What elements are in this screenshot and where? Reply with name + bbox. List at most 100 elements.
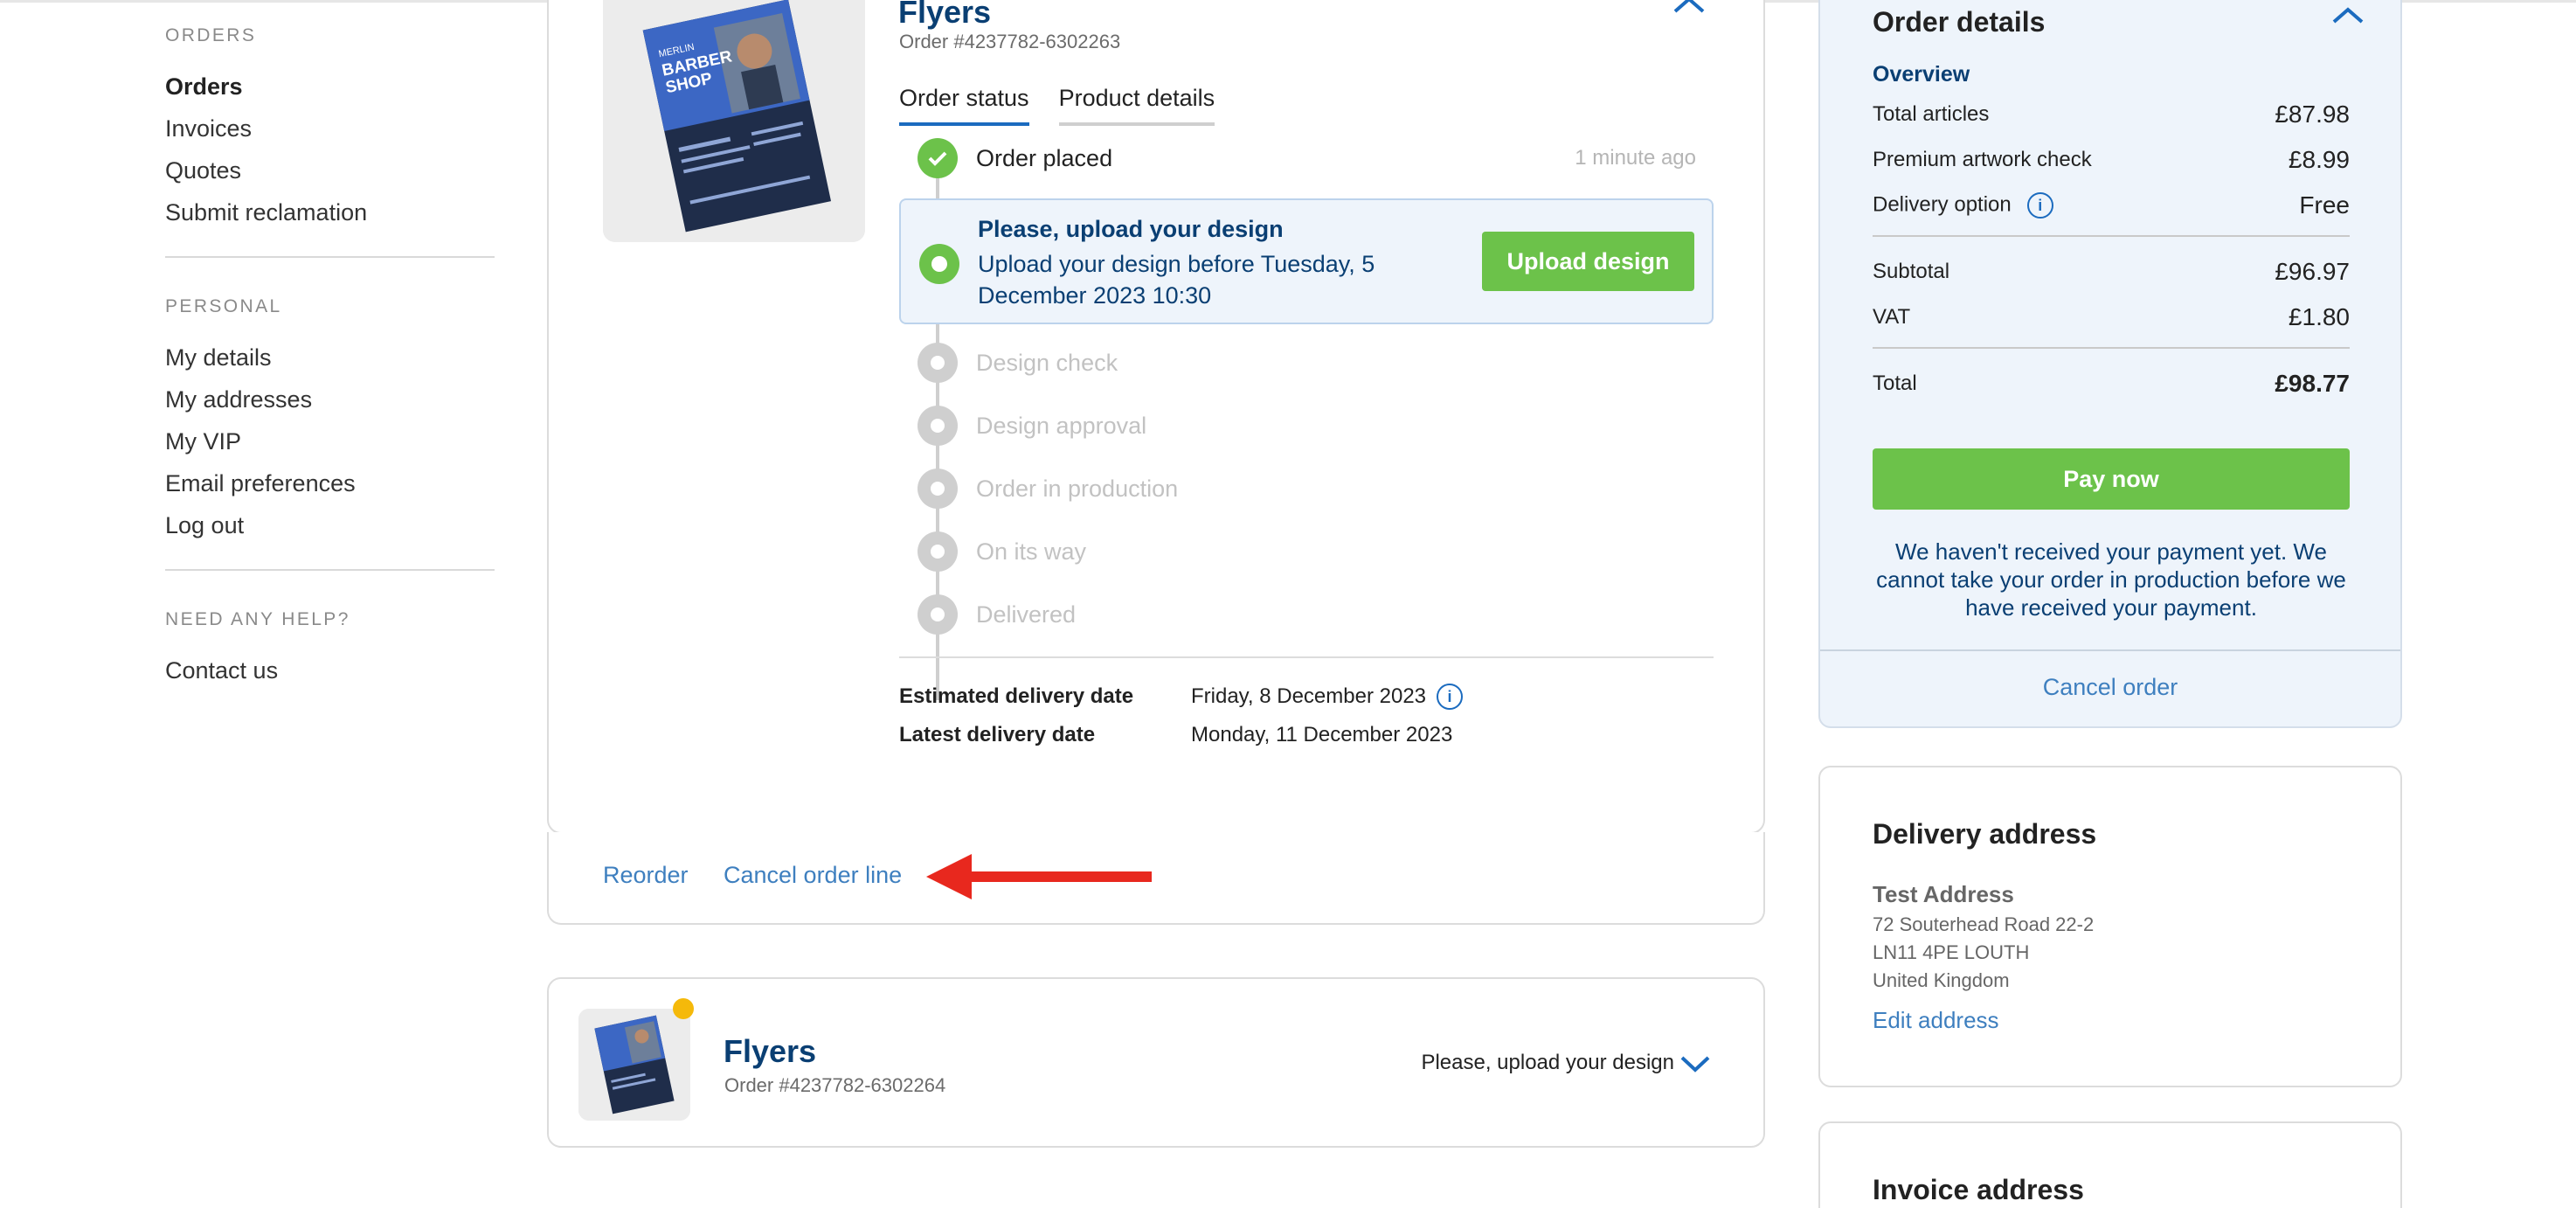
step-label: Delivered [976,601,1077,628]
upload-design-button[interactable]: Upload design [1482,232,1694,291]
invoice-address-title: Invoice address [1873,1174,2084,1205]
total-articles-row: Total articles £87.98 [1873,92,2350,137]
chevron-down-icon[interactable] [1679,1054,1711,1073]
status-badge [673,998,694,1019]
artwork-check-row: Premium artwork check £8.99 [1873,137,2350,183]
step-design-check: Design check [899,331,1714,394]
sidebar-item-quotes[interactable]: Quotes [165,149,495,191]
sidebar-item-email-preferences[interactable]: Email preferences [165,462,495,504]
order-page: ORDERS Orders Invoices Quotes Submit rec… [0,0,2576,1208]
current-step-text: Upload your design before Tuesday, 5 Dec… [978,251,1375,309]
divider [1820,649,2400,651]
row-value: £1.80 [2288,303,2350,330]
price-breakdown: Total articles £87.98 Premium artwork ch… [1873,92,2350,406]
tab-product-details[interactable]: Product details [1058,85,1215,126]
pending-step-icon [918,469,958,509]
row-label: Total articles [1873,102,1990,126]
sidebar-item-my-addresses[interactable]: My addresses [165,378,495,420]
sidebar-item-log-out[interactable]: Log out [165,504,495,546]
overview-heading: Overview [1873,62,1970,87]
delivery-dates: Estimated delivery date Friday, 8 Decemb… [899,656,1714,754]
sidebar-section-help-title: NEED ANY HELP? [165,609,350,629]
latest-delivery-label: Latest delivery date [899,723,1096,746]
sidebar-item-my-details[interactable]: My details [165,337,495,378]
sidebar-item-orders[interactable]: Orders [165,66,495,108]
address-name: Test Address [1873,881,2014,907]
delivery-address-card: Delivery address Test Address 72 Souterh… [1818,766,2402,1087]
check-icon [918,138,958,178]
vat-row: VAT £1.80 [1873,295,2350,340]
row-label: Premium artwork check [1873,148,2092,171]
total-row: Total £98.77 [1873,361,2350,406]
row-label: VAT [1873,305,1911,329]
pending-step-icon [918,531,958,572]
sidebar-divider [165,569,495,571]
order-status-text: Please, upload your design [1421,1051,1674,1074]
row-value: £98.77 [2275,370,2350,397]
annotation-arrow-icon [926,854,1152,899]
step-on-its-way: On its way [899,520,1714,583]
pay-now-button[interactable]: Pay now [1873,448,2350,510]
order-tabs: Order status Product details [899,85,1215,126]
sidebar-item-invoices[interactable]: Invoices [165,108,495,149]
row-value: £87.98 [2275,101,2350,128]
delivery-option-row: Delivery option i Free [1873,183,2350,228]
subtotal-row: Subtotal £96.97 [1873,249,2350,295]
order-line-actions: Reorder Cancel order line [547,832,1765,925]
estimated-delivery-value: Friday, 8 December 2023 [1191,684,1427,708]
order-number: Order #4237782-6302264 [724,1074,946,1096]
cancel-order-link[interactable]: Cancel order [1820,674,2400,701]
invoice-address-card: Invoice address [1818,1121,2402,1208]
step-label: Order in production [976,475,1179,502]
sidebar-divider [165,256,495,258]
info-icon[interactable]: i [2026,192,2053,219]
address-line: 72 Souterhead Road 22-2 [1873,913,2095,935]
step-label: Order placed [976,144,1113,171]
step-time: 1 minute ago [1575,146,1696,170]
order-line-card: MERLIN BARBER SHOP Flyers Order #4237782… [547,0,1765,834]
row-label: Delivery option i [1873,192,2053,219]
product-thumbnail [578,1009,690,1121]
order-status-timeline: Order placed 1 minute ago Please, upload… [899,127,1714,700]
flyer-preview-image [578,1009,690,1121]
payment-notice: We haven't received your payment yet. We… [1876,538,2346,621]
sidebar-section-personal-title: PERSONAL [165,296,282,316]
row-value: £96.97 [2275,258,2350,285]
current-step-icon [919,244,959,284]
order-details-title: Order details [1873,6,2046,38]
chevron-up-icon[interactable] [1672,0,1707,15]
latest-delivery-value: Monday, 11 December 2023 [1191,723,1453,746]
flyer-preview-image: MERLIN BARBER SHOP [603,0,865,242]
sidebar-section-orders-title: ORDERS [165,25,257,45]
tab-order-status[interactable]: Order status [899,85,1029,126]
address-line: United Kingdom [1873,969,2010,991]
pending-step-icon [918,406,958,446]
address-lines: 72 Souterhead Road 22-2 LN11 4PE LOUTH U… [1873,911,2094,995]
delivery-address-title: Delivery address [1873,818,2097,850]
step-label: Design approval [976,412,1147,439]
product-thumbnail: MERLIN BARBER SHOP [603,0,865,242]
pending-step-icon [918,594,958,635]
order-line-card-collapsed[interactable]: Flyers Order #4237782-6302264 Please, up… [547,977,1765,1148]
sidebar-item-contact-us[interactable]: Contact us [165,649,495,691]
address-line: LN11 4PE LOUTH [1873,941,2030,963]
step-design-approval: Design approval [899,394,1714,457]
edit-address-link[interactable]: Edit address [1873,1007,1999,1034]
info-icon[interactable]: i [1437,684,1464,710]
step-delivered: Delivered [899,583,1714,646]
step-label: On its way [976,538,1087,565]
product-title: Flyers [724,1033,817,1069]
divider [1873,347,2350,349]
chevron-up-icon[interactable] [2330,6,2365,25]
sidebar-item-my-vip[interactable]: My VIP [165,420,495,462]
estimated-delivery-row: Estimated delivery date Friday, 8 Decemb… [899,677,1714,716]
latest-delivery-row: Latest delivery date Monday, 11 December… [899,716,1714,754]
sidebar-item-submit-reclamation[interactable]: Submit reclamation [165,191,495,233]
estimated-delivery-label: Estimated delivery date [899,684,1134,708]
divider [1873,235,2350,237]
account-sidebar: ORDERS Orders Invoices Quotes Submit rec… [165,25,495,691]
step-upload-design: Please, upload your design Upload your d… [899,198,1714,324]
row-label: Total [1873,371,1917,395]
reorder-link[interactable]: Reorder [603,862,689,889]
cancel-order-line-link[interactable]: Cancel order line [724,862,902,889]
